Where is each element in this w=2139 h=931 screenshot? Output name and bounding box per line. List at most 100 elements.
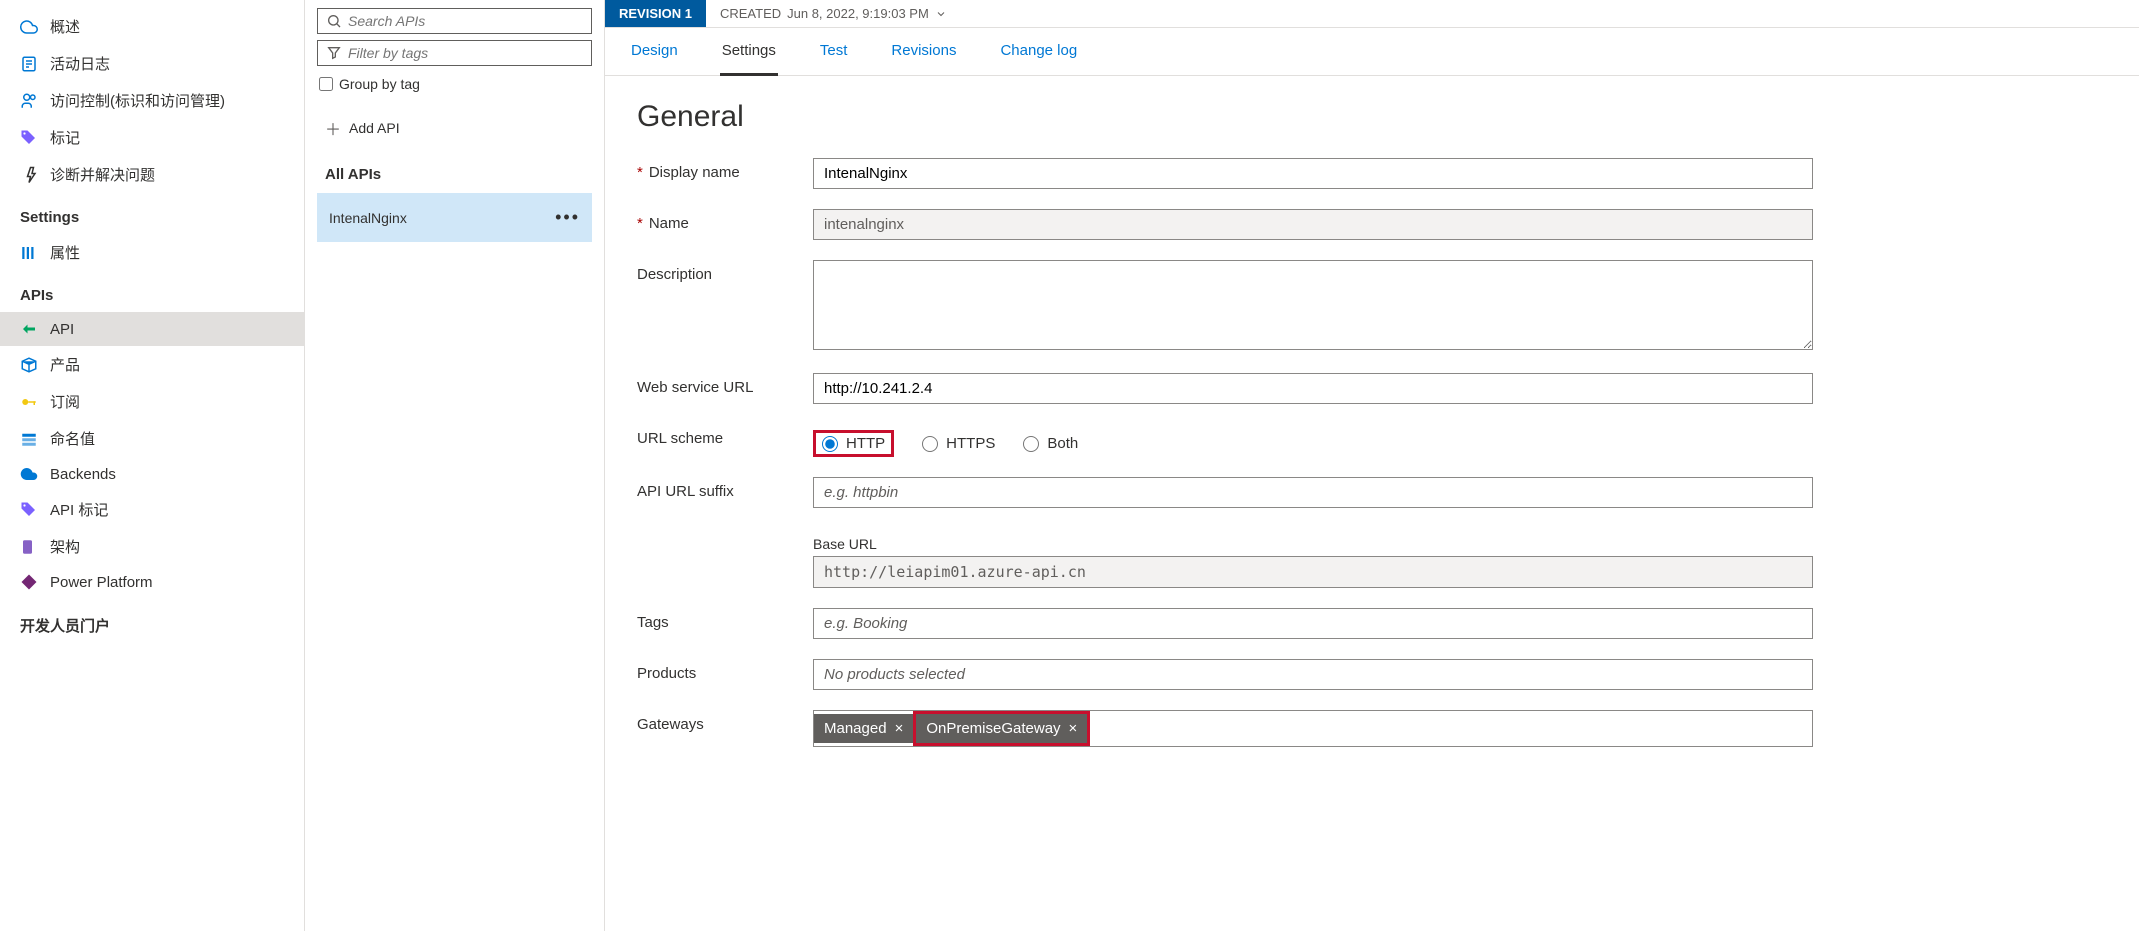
backends-icon <box>20 465 38 483</box>
revision-created[interactable]: CREATED Jun 8, 2022, 9:19:03 PM <box>706 0 961 27</box>
nav-tags[interactable]: 标记 <box>0 119 304 156</box>
nav-label: 架构 <box>50 536 80 557</box>
people-icon <box>20 92 38 110</box>
form-title: General <box>637 100 2107 134</box>
tags-input[interactable] <box>813 608 1813 639</box>
nav-properties[interactable]: 属性 <box>0 234 304 271</box>
group-by-checkbox-input[interactable] <box>319 77 333 91</box>
nav-label: API 标记 <box>50 499 108 520</box>
tags-label: Tags <box>637 614 669 631</box>
nav-label: Backends <box>50 466 116 483</box>
nav-api-tags[interactable]: API 标记 <box>0 491 304 528</box>
created-value: Jun 8, 2022, 9:19:03 PM <box>787 6 929 21</box>
search-apis-input[interactable] <box>348 13 583 29</box>
gateway-chip-onpremise[interactable]: OnPremiseGateway × <box>913 711 1090 746</box>
products-label: Products <box>637 665 696 682</box>
api-icon <box>20 320 38 338</box>
add-api-label: Add API <box>349 120 400 136</box>
section-settings: Settings <box>0 193 304 234</box>
search-apis-box[interactable] <box>317 8 592 34</box>
description-textarea[interactable] <box>813 260 1813 350</box>
name-label: Name <box>649 215 689 232</box>
nav-label: 诊断并解决问题 <box>50 164 155 185</box>
tab-design[interactable]: Design <box>629 28 680 75</box>
web-url-label: Web service URL <box>637 379 753 396</box>
radio-both-input[interactable] <box>1023 436 1039 452</box>
add-api-button[interactable]: ＋ Add API <box>317 106 592 150</box>
web-url-input[interactable] <box>813 373 1813 404</box>
main-content: REVISION 1 CREATED Jun 8, 2022, 9:19:03 … <box>605 0 2139 931</box>
tab-settings[interactable]: Settings <box>720 28 778 76</box>
nav-label: 产品 <box>50 354 80 375</box>
nav-named-values[interactable]: 命名值 <box>0 420 304 457</box>
products-input[interactable] <box>813 659 1813 690</box>
filter-tags-box[interactable] <box>317 40 592 66</box>
properties-icon <box>20 244 38 262</box>
radio-http[interactable]: HTTP <box>822 435 885 452</box>
schema-icon <box>20 538 38 556</box>
product-icon <box>20 356 38 374</box>
chevron-down-icon <box>935 8 947 20</box>
api-tabs: Design Settings Test Revisions Change lo… <box>605 28 2139 76</box>
gateway-chip-managed[interactable]: Managed × <box>814 714 913 743</box>
power-icon <box>20 573 38 591</box>
close-icon[interactable]: × <box>895 720 904 737</box>
display-name-label: Display name <box>649 164 740 181</box>
section-dev-portal: 开发人员门户 <box>0 599 304 644</box>
api-list-panel: Group by tag ＋ Add API All APIs IntenalN… <box>305 0 605 931</box>
diagnose-icon <box>20 166 38 184</box>
nav-backends[interactable]: Backends <box>0 457 304 491</box>
tab-revisions[interactable]: Revisions <box>889 28 958 75</box>
nav-subscriptions[interactable]: 订阅 <box>0 383 304 420</box>
display-name-input[interactable] <box>813 158 1813 189</box>
base-url-value: http://leiapim01.azure-api.cn <box>813 556 1813 588</box>
gateways-input[interactable]: Managed × OnPremiseGateway × <box>813 710 1813 747</box>
gateways-label: Gateways <box>637 716 704 733</box>
base-url-label: Base URL <box>813 536 1813 552</box>
url-scheme-label: URL scheme <box>637 430 723 447</box>
nav-api[interactable]: API <box>0 312 304 346</box>
log-icon <box>20 55 38 73</box>
filter-tags-input[interactable] <box>348 45 583 61</box>
nav-schema[interactable]: 架构 <box>0 528 304 565</box>
radio-https[interactable]: HTTPS <box>922 435 995 452</box>
nav-label: 访问控制(标识和访问管理) <box>50 90 225 111</box>
name-input <box>813 209 1813 240</box>
required-marker: * <box>637 215 643 232</box>
suffix-input[interactable] <box>813 477 1813 508</box>
key-icon <box>20 393 38 411</box>
nav-label: 活动日志 <box>50 53 110 74</box>
group-by-label: Group by tag <box>339 76 420 92</box>
tag-icon <box>20 129 38 147</box>
nav-label: 订阅 <box>50 391 80 412</box>
filter-icon <box>326 45 342 61</box>
close-icon[interactable]: × <box>1069 720 1078 737</box>
grid-icon <box>20 430 38 448</box>
gateway-input-rest[interactable] <box>1090 723 1812 735</box>
radio-https-input[interactable] <box>922 436 938 452</box>
radio-http-input[interactable] <box>822 436 838 452</box>
nav-power-platform[interactable]: Power Platform <box>0 565 304 599</box>
revision-badge: REVISION 1 <box>605 0 706 27</box>
suffix-label: API URL suffix <box>637 483 734 500</box>
nav-label: Power Platform <box>50 574 153 591</box>
nav-label: 属性 <box>50 242 80 263</box>
nav-products[interactable]: 产品 <box>0 346 304 383</box>
nav-overview[interactable]: 概述 <box>0 8 304 45</box>
radio-both[interactable]: Both <box>1023 435 1078 452</box>
left-nav: 概述 活动日志 访问控制(标识和访问管理) 标记 诊断并解决问题 Setting… <box>0 0 305 931</box>
group-by-tag-checkbox[interactable]: Group by tag <box>317 72 592 96</box>
api-name: IntenalNginx <box>329 210 407 226</box>
required-marker: * <box>637 164 643 181</box>
nav-access-control[interactable]: 访问控制(标识和访问管理) <box>0 82 304 119</box>
tab-changelog[interactable]: Change log <box>998 28 1079 75</box>
all-apis-header[interactable]: All APIs <box>317 150 592 193</box>
nav-diagnose[interactable]: 诊断并解决问题 <box>0 156 304 193</box>
created-label: CREATED <box>720 6 781 21</box>
tag-icon <box>20 501 38 519</box>
more-icon[interactable]: ••• <box>555 207 580 228</box>
tab-test[interactable]: Test <box>818 28 850 75</box>
api-list-item-selected[interactable]: IntenalNginx ••• <box>317 193 592 242</box>
nav-activity-log[interactable]: 活动日志 <box>0 45 304 82</box>
plus-icon: ＋ <box>325 116 341 140</box>
